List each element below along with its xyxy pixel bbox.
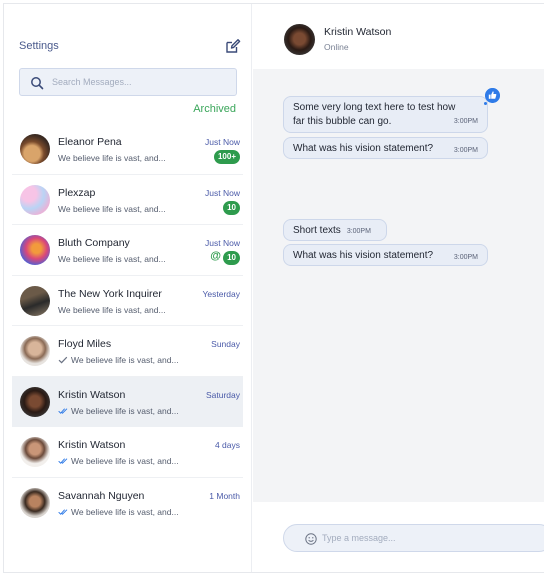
- chat-pane: Kristin Watson Online Some very long tex…: [253, 4, 544, 572]
- conversation-sidebar: Settings Archived Eleanor Pena Just Now …: [4, 4, 252, 572]
- conversation-name: Plexzap: [58, 186, 96, 199]
- conversation-item[interactable]: Bluth Company Just Now We believe life i…: [12, 225, 243, 276]
- avatar: [20, 487, 50, 518]
- conversation-time: Just Now: [205, 238, 240, 248]
- message-text: Some very long text here to test how far…: [293, 102, 456, 127]
- conversation-item[interactable]: Plexzap Just Now We believe life is vast…: [12, 175, 243, 225]
- message-bubble[interactable]: Some very long text here to test how far…: [283, 96, 488, 133]
- avatar: [20, 336, 50, 366]
- conversation-name: Floyd Miles: [58, 338, 112, 350]
- avatar: [20, 134, 50, 164]
- settings-link[interactable]: Settings: [19, 40, 59, 52]
- unread-badge: 100+: [213, 150, 240, 164]
- preview-text: We believe life is vast, and...: [58, 304, 166, 315]
- messenger-window: Settings Archived Eleanor Pena Just Now …: [3, 3, 544, 573]
- compose-icon[interactable]: [225, 38, 241, 54]
- preview-text: We believe life is vast, and...: [58, 203, 166, 214]
- conversation-time: 4 days: [214, 440, 240, 450]
- conversation-item[interactable]: Savannah Nguyen 1 Month We believe life …: [12, 478, 243, 529]
- mention-icon: @: [210, 250, 221, 262]
- message-time: 3:00PM: [453, 118, 478, 125]
- preview-text: We believe life is vast, and...: [71, 405, 179, 416]
- search-icon: [31, 77, 44, 90]
- contact-name: Kristin Watson: [324, 26, 392, 38]
- conversation-name: Bluth Company: [58, 237, 130, 249]
- conversation-item-active[interactable]: Kristin Watson Saturday We believe life …: [12, 376, 243, 427]
- contact-avatar[interactable]: [284, 24, 315, 55]
- conversation-time: Just Now: [205, 187, 240, 198]
- conversation-preview: We believe life is vast, and...: [58, 355, 179, 365]
- conversation-preview: We believe life is vast, and...: [58, 456, 179, 466]
- message-text: What was his vision statement?: [293, 143, 434, 154]
- conversation-item[interactable]: Eleanor Pena Just Now We believe life is…: [12, 124, 243, 175]
- conversation-preview: We believe life is vast, and...: [58, 254, 166, 264]
- search-input[interactable]: [52, 69, 232, 95]
- conversation-time: 1 Month: [209, 490, 240, 501]
- read-double-check-icon: [58, 508, 68, 515]
- conversation-preview: We believe life is vast, and...: [58, 305, 166, 315]
- conversation-list: Eleanor Pena Just Now We believe life is…: [12, 124, 243, 528]
- preview-text: We believe life is vast, and...: [71, 456, 179, 466]
- message-time: 3:00PM: [346, 228, 371, 235]
- preview-text: We believe life is vast, and...: [58, 254, 166, 264]
- preview-text: We believe life is vast, and...: [71, 355, 179, 365]
- search-box: [19, 68, 237, 96]
- conversation-preview: We believe life is vast, and...: [58, 406, 179, 416]
- emoji-icon[interactable]: [305, 533, 317, 545]
- chat-header: Kristin Watson Online: [253, 4, 544, 69]
- conversation-item[interactable]: Floyd Miles Sunday We believe life is va…: [12, 326, 243, 377]
- message-bubble[interactable]: What was his vision statement? 3:00PM: [283, 137, 488, 159]
- conversation-time: Yesterday: [202, 288, 241, 299]
- message-composer: [283, 524, 544, 552]
- unread-badge: 10: [223, 251, 240, 265]
- unread-badge: 10: [223, 200, 240, 215]
- thumbs-up-reaction-icon[interactable]: [485, 88, 500, 103]
- avatar: [20, 184, 50, 215]
- archived-link[interactable]: Archived: [193, 103, 236, 115]
- message-bubble[interactable]: Short texts 3:00PM: [283, 219, 387, 241]
- reaction-dot: [484, 102, 487, 105]
- chat-footer: [253, 502, 544, 572]
- message-text: Short texts: [293, 225, 341, 236]
- conversation-preview: We believe life is vast, and...: [58, 153, 166, 163]
- conversation-name: The New York Inquirer: [58, 287, 162, 300]
- conversation-name: Eleanor Pena: [58, 136, 122, 148]
- sent-check-icon: [58, 356, 68, 364]
- avatar: [20, 285, 50, 316]
- conversation-name: Kristin Watson: [58, 388, 126, 401]
- contact-status: Online: [324, 42, 349, 52]
- read-double-check-icon: [58, 407, 68, 414]
- conversation-name: Savannah Nguyen: [58, 489, 145, 502]
- conversation-preview: We believe life is vast, and...: [58, 204, 166, 214]
- conversation-name: Kristin Watson: [58, 439, 126, 451]
- preview-text: We believe life is vast, and...: [71, 506, 179, 517]
- conversation-item[interactable]: Kristin Watson 4 days We believe life is…: [12, 427, 243, 478]
- conversation-preview: We believe life is vast, and...: [58, 507, 179, 517]
- read-double-check-icon: [58, 458, 68, 464]
- conversation-time: Just Now: [205, 137, 240, 147]
- conversation-time: Sunday: [211, 339, 240, 349]
- avatar: [20, 437, 50, 467]
- message-input[interactable]: [322, 525, 542, 551]
- conversation-time: Saturday: [205, 389, 240, 400]
- avatar: [20, 386, 50, 417]
- avatar: [20, 235, 50, 265]
- message-time: 3:00PM: [453, 147, 478, 154]
- message-time: 3:00PM: [453, 254, 478, 261]
- sidebar-header: Settings: [19, 38, 241, 60]
- preview-text: We believe life is vast, and...: [58, 153, 166, 163]
- message-text: What was his vision statement?: [293, 250, 434, 261]
- conversation-item[interactable]: The New York Inquirer Yesterday We belie…: [12, 276, 243, 326]
- message-bubble[interactable]: What was his vision statement? 3:00PM: [283, 244, 488, 266]
